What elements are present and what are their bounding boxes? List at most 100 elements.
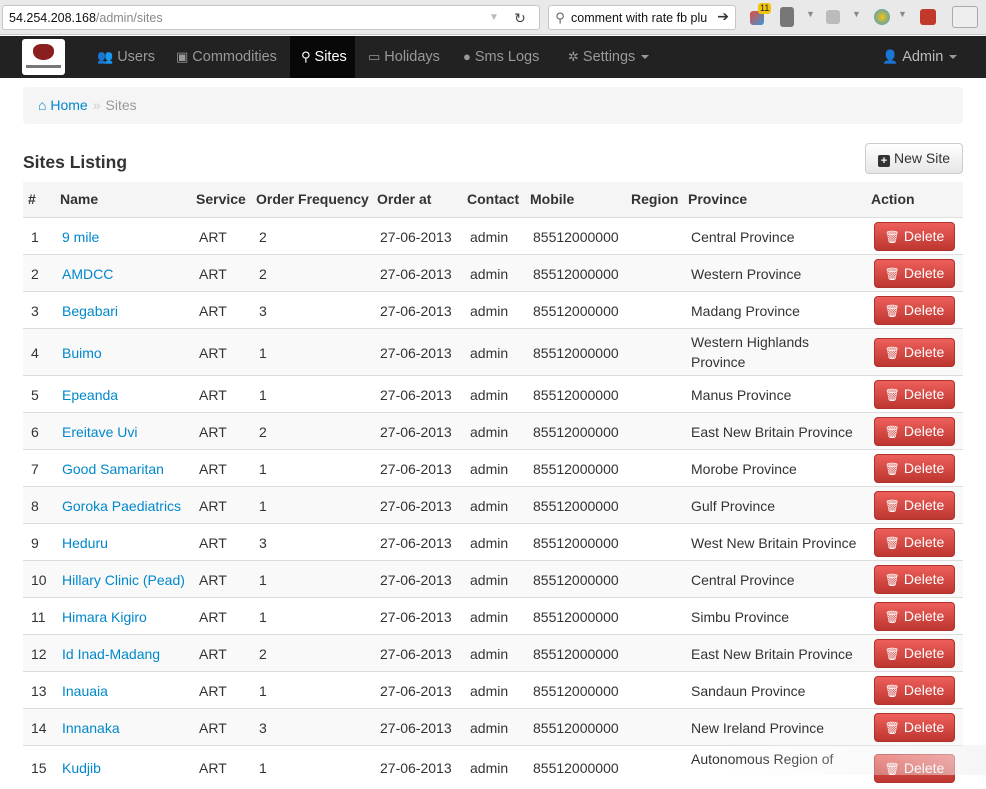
extension-badge: 11 — [758, 3, 772, 14]
page-title: Sites Listing — [23, 152, 128, 172]
row-site-name-link[interactable]: Hillary Clinic (Pead) — [62, 571, 185, 589]
row-site-name-link[interactable]: 9 mile — [62, 228, 99, 246]
row-order-frequency: 3 — [259, 720, 267, 736]
row-order-frequency: 2 — [259, 424, 267, 440]
row-order-at: 27-06-2013 — [380, 229, 452, 245]
header-province: Province — [688, 191, 748, 207]
table-row: 15 ART 1 27-06-2013 admin 85512000000 Kudjib Au… — [23, 745, 963, 789]
header-action: Action — [871, 191, 915, 207]
delete-button[interactable]: 🗑 Delete — [874, 676, 955, 705]
trash-icon: 🗑 — [884, 499, 900, 513]
breadcrumb-home[interactable]: ⌂ Home — [38, 97, 88, 113]
delete-button[interactable]: 🗑 Delete — [874, 713, 955, 742]
search-input[interactable]: comment with rate fb plu — [571, 11, 711, 25]
chevron-down-icon[interactable]: ▼ — [852, 9, 861, 19]
delete-button[interactable]: 🗑 Delete — [874, 454, 955, 483]
nav-sites[interactable]: ⚲ Sites — [290, 36, 355, 78]
row-contact: admin — [470, 229, 509, 245]
delete-button[interactable]: 🗑 Delete — [874, 417, 955, 446]
row-num: 3 — [31, 303, 39, 319]
table-row: 11 ART 1 27-06-2013 admin 85512000000 Himara K… — [23, 597, 963, 634]
row-contact: admin — [470, 572, 509, 588]
row-order-at: 27-06-2013 — [380, 345, 452, 361]
row-site-name-link[interactable]: Buimo — [62, 344, 102, 362]
url-dropdown-icon[interactable]: ▼ — [487, 10, 501, 26]
row-mobile: 85512000000 — [533, 266, 619, 282]
delete-button[interactable]: 🗑 Delete — [874, 296, 955, 325]
search-bar[interactable]: ⚲ comment with rate fb plu ➔ — [548, 5, 736, 30]
row-site-name-link[interactable]: AMDCC — [62, 265, 113, 283]
delete-button[interactable]: 🗑 Delete — [874, 491, 955, 520]
row-site-name-link[interactable]: Himara Kigiro — [62, 608, 147, 626]
nav-settings[interactable]: ✲ Settings — [568, 36, 650, 78]
delete-label: Delete — [903, 497, 945, 513]
row-site-name-link[interactable]: Epeanda — [62, 386, 118, 404]
caret-down-icon — [641, 55, 650, 60]
row-num: 8 — [31, 498, 39, 514]
globe-extension-icon[interactable] — [874, 9, 890, 25]
row-province: Morobe Province — [691, 461, 797, 477]
gear-icon: ✲ — [568, 49, 579, 64]
row-contact: admin — [470, 345, 509, 361]
row-order-frequency: 1 — [259, 572, 267, 588]
delete-button[interactable]: 🗑 Delete — [874, 380, 955, 409]
row-mobile: 85512000000 — [533, 424, 619, 440]
delete-button[interactable]: 🗑 Delete — [874, 222, 955, 251]
chevron-down-icon[interactable]: ▼ — [898, 9, 907, 19]
row-num: 14 — [31, 720, 47, 736]
nav-holidays[interactable]: ▭ Holidays — [368, 36, 440, 78]
delete-button[interactable]: 🗑 Delete — [874, 639, 955, 668]
reload-icon[interactable]: ↻ — [511, 8, 529, 28]
tool-extension-icon[interactable] — [826, 10, 840, 24]
breadcrumb: ⌂ Home» Sites — [23, 87, 963, 124]
row-site-name-link[interactable]: Innanaka — [62, 719, 120, 737]
delete-button[interactable]: 🗑 Delete — [874, 754, 955, 783]
row-contact: admin — [470, 498, 509, 514]
row-mobile: 85512000000 — [533, 387, 619, 403]
record-extension-icon[interactable] — [920, 9, 936, 25]
user-icon: 👤 — [882, 49, 899, 64]
row-service: ART — [199, 345, 227, 361]
delete-button[interactable]: 🗑 Delete — [874, 602, 955, 631]
search-go-icon[interactable]: ➔ — [717, 8, 729, 25]
nav-sms-logs[interactable]: ● Sms Logs — [463, 36, 539, 78]
row-site-name-link[interactable]: Goroka Paediatrics — [62, 497, 181, 515]
row-order-frequency: 1 — [259, 461, 267, 477]
row-contact: admin — [470, 646, 509, 662]
row-province: Simbu Province — [691, 609, 790, 625]
nav-user-menu[interactable]: 👤 Admin — [882, 36, 958, 78]
row-contact: admin — [470, 303, 509, 319]
delete-button[interactable]: 🗑 Delete — [874, 338, 955, 367]
logo-caption — [26, 65, 61, 68]
nav-settings-label: Settings — [582, 49, 636, 65]
delete-button[interactable]: 🗑 Delete — [874, 528, 955, 557]
row-site-name-link[interactable]: Id Inad-Madang — [62, 645, 160, 663]
table-body: 1 ART 2 27-06-2013 admin 85512000000 9 mile Cen… — [23, 217, 963, 789]
row-order-at: 27-06-2013 — [380, 387, 452, 403]
delete-button[interactable]: 🗑 Delete — [874, 565, 955, 594]
chevron-down-icon[interactable]: ▼ — [806, 9, 815, 19]
trash-icon: 🗑 — [884, 267, 900, 281]
delete-button[interactable]: 🗑 Delete — [874, 259, 955, 288]
pen-extension-icon[interactable] — [952, 6, 978, 28]
address-bar[interactable]: 54.254.208.168/admin/sites ▼ ↻ — [2, 5, 540, 30]
nav-commodities[interactable]: ▣ Commodities — [176, 36, 277, 78]
url-path: /admin/sites — [95, 10, 163, 25]
row-num: 9 — [31, 535, 39, 551]
nav-users[interactable]: 👥 Users — [97, 36, 155, 78]
row-site-name-link[interactable]: Ereitave Uvi — [62, 423, 137, 441]
table-row: 8 ART 1 27-06-2013 admin 85512000000 Goroka Pa… — [23, 486, 963, 523]
breadcrumb-current: Sites — [105, 97, 137, 113]
row-site-name-link[interactable]: Good Samaritan — [62, 460, 164, 478]
row-num: 13 — [31, 683, 47, 699]
row-site-name-link[interactable]: Kudjib — [62, 759, 101, 777]
row-site-name-link[interactable]: Inauaia — [62, 682, 108, 700]
new-site-button[interactable]: + New Site — [865, 143, 963, 174]
header-contact: Contact — [467, 191, 520, 207]
trash-extension-icon[interactable] — [780, 7, 794, 27]
brand-logo[interactable] — [22, 39, 65, 75]
row-contact: admin — [470, 760, 509, 776]
row-site-name-link[interactable]: Heduru — [62, 534, 108, 552]
row-province: Western Province — [691, 266, 802, 282]
row-site-name-link[interactable]: Begabari — [62, 302, 118, 320]
